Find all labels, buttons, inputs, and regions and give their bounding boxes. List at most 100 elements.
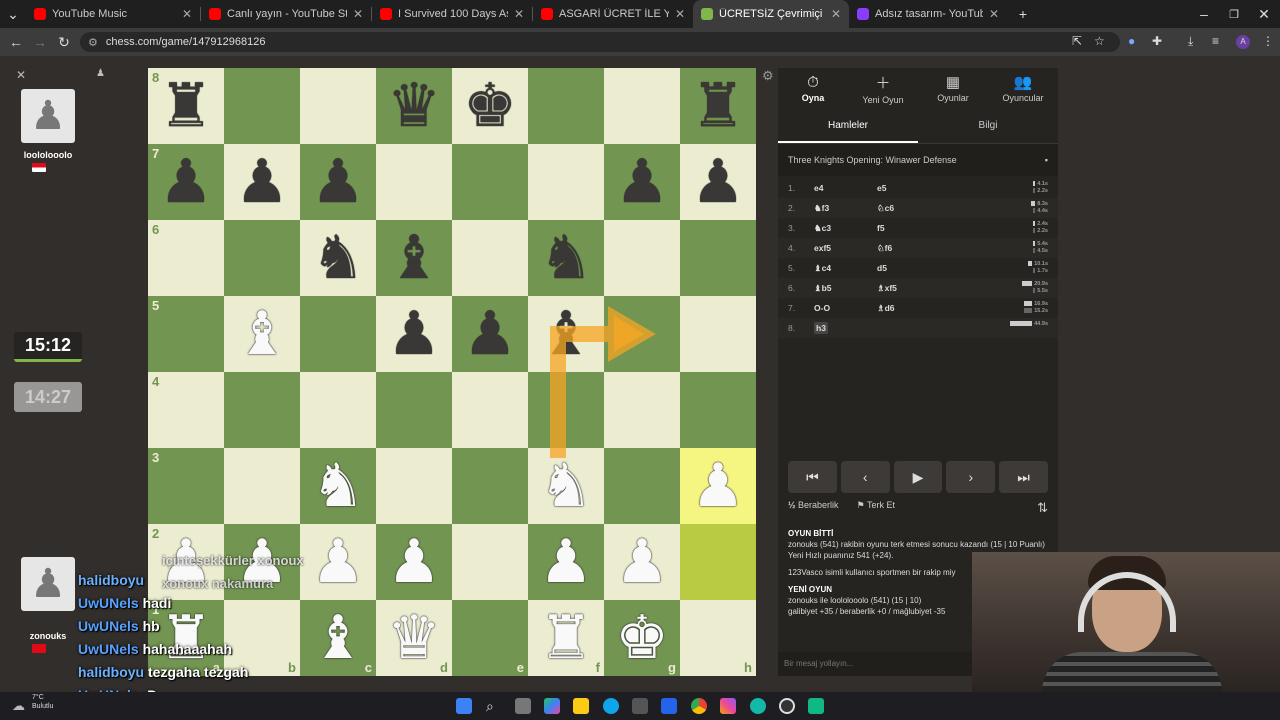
black-move[interactable]: ♘c6 xyxy=(877,203,967,214)
bookmark-star-icon[interactable]: ☆ xyxy=(1094,34,1105,48)
store-icon[interactable] xyxy=(632,698,648,714)
white-move[interactable]: exf5 xyxy=(814,243,877,253)
square-h4[interactable] xyxy=(680,372,756,448)
top-player-avatar[interactable]: ♟ xyxy=(21,89,75,143)
profile-avatar[interactable]: A xyxy=(1236,35,1250,49)
black-pawn-icon[interactable]: ♟ xyxy=(159,152,213,212)
white-pawn-icon[interactable]: ♟ xyxy=(539,532,593,592)
browser-tab[interactable]: Adsız tasarım- YouTube Küçük ✕ xyxy=(849,0,1007,28)
square-a4[interactable]: 4 xyxy=(148,372,224,448)
square-c5[interactable] xyxy=(300,296,376,372)
maximize-icon[interactable]: ❐ xyxy=(1222,8,1246,21)
square-b4[interactable] xyxy=(224,372,300,448)
square-b6[interactable] xyxy=(224,220,300,296)
app2-icon[interactable] xyxy=(808,698,824,714)
black-pawn-icon[interactable]: ♟ xyxy=(691,152,745,212)
square-d5[interactable]: ♟ xyxy=(376,296,452,372)
tab-close-icon[interactable]: ✕ xyxy=(514,7,524,21)
black-rook-icon[interactable]: ♜ xyxy=(691,76,745,136)
square-g3[interactable] xyxy=(604,448,680,524)
square-c8[interactable] xyxy=(300,68,376,144)
browser-tab[interactable]: YouTube Music ✕ xyxy=(26,0,200,28)
tab-moves[interactable]: Hamleler xyxy=(778,108,918,143)
square-g4[interactable] xyxy=(604,372,680,448)
search-icon[interactable]: ⌕ xyxy=(486,698,502,714)
panel-tab-yeni-oyun[interactable]: ＋ Yeni Oyun xyxy=(848,68,918,108)
square-g2[interactable]: ♟ xyxy=(604,524,680,600)
menu-kebab-icon[interactable]: ⋮ xyxy=(1262,34,1274,48)
last-move-button[interactable]: ⏭ xyxy=(999,461,1048,493)
square-d8[interactable]: ♛ xyxy=(376,68,452,144)
square-h6[interactable] xyxy=(680,220,756,296)
square-c3[interactable]: ♞ xyxy=(300,448,376,524)
edge-icon[interactable] xyxy=(603,698,619,714)
square-h8[interactable]: ♜ xyxy=(680,68,756,144)
url-bar[interactable]: ⚙ chess.com/game/147912968126 xyxy=(80,32,1120,52)
square-b7[interactable]: ♟ xyxy=(224,144,300,220)
square-g8[interactable] xyxy=(604,68,680,144)
panel-tab-oyna[interactable]: ⏱ Oyna xyxy=(778,68,848,108)
square-g6[interactable] xyxy=(604,220,680,296)
square-e3[interactable] xyxy=(452,448,528,524)
tab-close-icon[interactable]: ✕ xyxy=(675,7,685,21)
prev-move-button[interactable]: ‹ xyxy=(840,461,890,493)
instagram-icon[interactable] xyxy=(720,698,736,714)
site-info-icon[interactable]: ⚙ xyxy=(88,36,98,49)
square-f3[interactable]: ♞ xyxy=(528,448,604,524)
bottom-player-avatar[interactable]: ♟ xyxy=(21,557,75,611)
start-icon[interactable] xyxy=(456,698,472,714)
square-h2[interactable] xyxy=(680,524,756,600)
square-f2[interactable]: ♟ xyxy=(528,524,604,600)
black-rook-icon[interactable]: ♜ xyxy=(159,76,213,136)
square-d6[interactable]: ♝ xyxy=(376,220,452,296)
black-move[interactable]: ♗xf5 xyxy=(877,283,967,294)
square-f5[interactable]: ♝ xyxy=(528,296,604,372)
square-f1[interactable]: f ♜ xyxy=(528,600,604,676)
flip-board-icon[interactable]: ⇅ xyxy=(1037,500,1048,516)
install-icon[interactable]: ⇱ xyxy=(1072,34,1082,48)
square-e8[interactable]: ♚ xyxy=(452,68,528,144)
tab-info[interactable]: Bilgi xyxy=(918,108,1058,143)
square-b5[interactable]: ♝ xyxy=(224,296,300,372)
draw-button[interactable]: ½ Beraberlik xyxy=(788,500,839,511)
extension-icon[interactable]: ● xyxy=(1128,34,1135,48)
panel-tab-oyuncular[interactable]: 👥 Oyuncular xyxy=(988,68,1058,108)
reload-icon[interactable]: ↻ xyxy=(52,34,76,51)
next-move-button[interactable]: › xyxy=(946,461,996,493)
white-pawn-icon[interactable]: ♟ xyxy=(615,532,669,592)
black-move[interactable]: f5 xyxy=(877,223,967,233)
square-e2[interactable] xyxy=(452,524,528,600)
chrome-icon[interactable] xyxy=(691,698,707,714)
file-explorer-icon[interactable] xyxy=(573,698,589,714)
board-settings-icon[interactable]: ⚙ xyxy=(762,68,774,84)
black-pawn-icon[interactable]: ♟ xyxy=(235,152,289,212)
black-king-icon[interactable]: ♚ xyxy=(463,76,517,136)
white-bishop-icon[interactable]: ♝ xyxy=(235,304,289,364)
top-player-name[interactable]: loololooolo xyxy=(13,150,83,160)
black-pawn-icon[interactable]: ♟ xyxy=(615,152,669,212)
browser-tab[interactable]: I Survived 100 Days As a BERSE ✕ xyxy=(372,0,532,28)
opening-name[interactable]: Three Knights Opening: Winawer Defense xyxy=(788,155,957,165)
forward-icon[interactable]: → xyxy=(28,34,52,50)
browser-tab[interactable]: Canlı yayın - YouTube Studio ✕ xyxy=(201,0,371,28)
minimize-icon[interactable]: – xyxy=(1192,6,1216,22)
play-button[interactable]: ▶ xyxy=(893,461,943,493)
black-bishop-icon[interactable]: ♝ xyxy=(387,228,441,288)
white-rook-icon[interactable]: ♜ xyxy=(539,608,593,668)
square-g5[interactable] xyxy=(604,296,680,372)
player-settings-icon[interactable]: ♟ xyxy=(96,68,105,79)
white-pawn-icon[interactable]: ♟ xyxy=(387,532,441,592)
square-f7[interactable] xyxy=(528,144,604,220)
square-e1[interactable]: e xyxy=(452,600,528,676)
square-a5[interactable]: 5 xyxy=(148,296,224,372)
tab-close-icon[interactable]: ✕ xyxy=(182,7,192,21)
tab-search-icon[interactable]: ⌄ xyxy=(0,6,26,23)
white-move[interactable]: ♝b5 xyxy=(814,283,877,294)
square-d1[interactable]: d ♛ xyxy=(376,600,452,676)
square-d2[interactable]: ♟ xyxy=(376,524,452,600)
resign-button[interactable]: ⚑ Terk Et xyxy=(857,500,895,511)
black-pawn-icon[interactable]: ♟ xyxy=(387,304,441,364)
black-move[interactable]: ♗d6 xyxy=(877,303,967,314)
square-e5[interactable]: ♟ xyxy=(452,296,528,372)
black-knight-icon[interactable]: ♞ xyxy=(539,228,593,288)
